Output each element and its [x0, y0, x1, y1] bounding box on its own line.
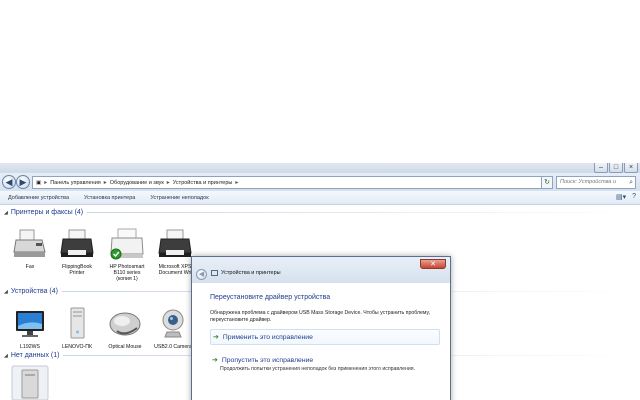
view-options-icon[interactable]: ▤▾	[616, 193, 626, 201]
collapse-triangle-icon[interactable]: ◢	[4, 210, 8, 216]
add-device-button[interactable]: Добавление устройства	[0, 195, 76, 201]
printer-default-icon	[110, 228, 144, 260]
device-label: Optical Mouse	[108, 344, 142, 350]
dialog-back-button[interactable]: ◀	[196, 269, 207, 280]
dialog-message: Обнаружена проблема с драйвером USB Mass…	[210, 310, 431, 323]
skip-fix-description: Продолжить попытки устранения неполадок …	[220, 366, 415, 372]
fax-icon	[13, 229, 46, 257]
breadcrumb-item[interactable]: Устройства и принтеры	[170, 180, 236, 186]
search-input[interactable]: Поиск: Устройства и принте... ⌕	[556, 176, 636, 196]
minimize-button[interactable]: –	[594, 163, 608, 173]
device-unknown[interactable]	[5, 364, 55, 400]
apply-fix-label: Применить это исправление	[222, 333, 313, 341]
devices-printers-icon	[211, 270, 218, 276]
help-icon[interactable]: ?	[632, 193, 636, 201]
breadcrumb-separator-icon[interactable]: ▸	[235, 179, 238, 186]
command-bar: Добавление устройства Установка принтера…	[0, 191, 640, 205]
device-l192ws[interactable]: L192WS	[5, 306, 55, 350]
device-fax[interactable]: Fax	[5, 226, 55, 270]
forward-button[interactable]: ▶	[16, 175, 30, 189]
close-button[interactable]: ×	[624, 163, 638, 173]
breadcrumb-item[interactable]: Панель управления	[47, 180, 104, 186]
device-hp-photosmart[interactable]: HP Photosmart B110 series (копия 1)	[102, 226, 152, 282]
view-controls: ▤▾ ?	[616, 193, 636, 201]
mouse-icon	[109, 312, 141, 336]
group-header-printers[interactable]: ◢ Принтеры и факсы (4)	[4, 209, 640, 216]
add-printer-button[interactable]: Установка принтера	[76, 195, 142, 201]
arrow-right-icon: ▶	[19, 177, 27, 187]
device-label: LENOVO-ПК	[61, 344, 93, 350]
control-panel-icon: ▣	[36, 179, 42, 186]
refresh-button[interactable]: ↻	[541, 176, 553, 189]
storage-device-icon	[11, 365, 49, 400]
monitor-icon	[16, 311, 44, 337]
dialog-title: Устройства и принтеры	[211, 270, 281, 276]
dialog-close-button[interactable]: ✕	[420, 259, 446, 269]
computer-icon	[70, 307, 85, 339]
dialog-title-text: Устройства и принтеры	[221, 270, 281, 276]
group-title: Принтеры и факсы (4)	[10, 209, 84, 216]
green-arrow-icon: ➔	[212, 357, 218, 364]
printer-icon	[60, 229, 94, 257]
green-arrow-icon: ➔	[213, 334, 219, 341]
device-label: Printer	[69, 270, 85, 276]
device-optical-mouse[interactable]: Optical Mouse	[100, 306, 150, 350]
back-button[interactable]: ◀	[2, 175, 16, 189]
breadcrumb-item[interactable]: Оборудование и звук	[107, 180, 167, 186]
screen: – □ × ◀ ▶ ▣ ▸ Панель управления ▸ Оборуд…	[0, 0, 640, 400]
collapse-triangle-icon[interactable]: ◢	[4, 353, 8, 359]
arrow-left-icon: ◀	[198, 271, 205, 278]
search-icon[interactable]: ⌕	[629, 177, 633, 188]
dialog-body: Переустановите драйвер устройства Обнару…	[192, 283, 450, 400]
troubleshooter-dialog: ✕ ◀ Устройства и принтеры Переустановите…	[191, 256, 451, 400]
caption-buttons: – □ ×	[594, 163, 638, 173]
dialog-heading: Переустановите драйвер устройства	[210, 294, 331, 301]
dialog-title-bar: ✕ ◀ Устройства и принтеры	[192, 257, 450, 283]
group-title: Нет данных (1)	[10, 352, 60, 359]
apply-fix-option[interactable]: ➔ Применить это исправление	[210, 329, 440, 345]
close-icon: ✕	[430, 261, 436, 268]
printer-icon	[158, 229, 192, 257]
webcam-icon	[162, 309, 184, 338]
device-lenovo-pc[interactable]: LENOVO-ПК	[52, 306, 102, 350]
maximize-button[interactable]: □	[609, 163, 623, 173]
refresh-icon: ↻	[544, 179, 550, 186]
device-label: Fax	[25, 264, 35, 270]
troubleshoot-button[interactable]: Устранение неполадок	[142, 195, 215, 201]
collapse-triangle-icon[interactable]: ◢	[4, 289, 8, 295]
window-title-bar: – □ ×	[0, 163, 640, 173]
device-label: L192WS	[20, 344, 40, 350]
device-flippingbook-printer[interactable]: FlippingBook Printer	[52, 226, 102, 276]
skip-fix-label: Пропустить это исправление	[221, 356, 314, 364]
device-label: (копия 1)	[116, 276, 138, 282]
navigation-bar: ◀ ▶ ▣ ▸ Панель управления ▸ Оборудование…	[0, 173, 640, 196]
group-title: Устройства (4)	[10, 288, 58, 295]
address-bar[interactable]: ▣ ▸ Панель управления ▸ Оборудование и з…	[32, 176, 552, 189]
arrow-left-icon: ◀	[5, 177, 13, 187]
group-divider	[87, 212, 640, 213]
